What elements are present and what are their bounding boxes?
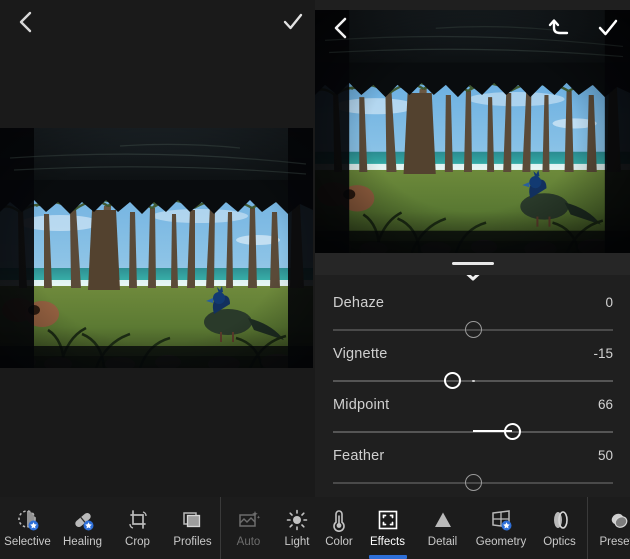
toolbar-label: Effects xyxy=(370,535,405,548)
toolbar-group-tools: Selective Healing Crop Profiles xyxy=(0,497,220,559)
toolbar-item-healing[interactable]: Healing xyxy=(55,497,110,559)
color-icon xyxy=(327,508,351,532)
toolbar-item-light[interactable]: Light xyxy=(276,497,318,559)
left-editor-panel xyxy=(0,0,315,497)
slider-knob[interactable] xyxy=(443,372,461,389)
toolbar-label: Crop xyxy=(125,535,150,548)
slider-knob[interactable] xyxy=(464,321,482,338)
slider-knob[interactable] xyxy=(503,423,521,440)
toolbar-label: Auto xyxy=(236,535,261,548)
slider-label: Midpoint xyxy=(333,397,390,413)
toolbar-label: Profiles xyxy=(173,535,212,548)
toolbar-label: Detail xyxy=(427,535,458,548)
back-chevron-icon[interactable] xyxy=(323,12,357,44)
left-photo-preview[interactable] xyxy=(0,128,313,368)
slider-value: 0 xyxy=(605,295,613,310)
bottom-toolbar: Selective Healing Crop Profiles Auto Lig… xyxy=(0,497,630,559)
right-top-bar xyxy=(315,10,630,46)
toolbar-item-auto[interactable]: Auto xyxy=(221,497,276,559)
left-top-bar xyxy=(0,0,315,44)
toolbar-label: Healing xyxy=(63,535,102,548)
toolbar-item-selective[interactable]: Selective xyxy=(0,497,55,559)
slider-knob[interactable] xyxy=(464,474,482,491)
auto-icon xyxy=(237,508,261,532)
slider-center-tick xyxy=(471,379,475,382)
toolbar-label: Optics xyxy=(543,535,576,548)
done-check-icon[interactable] xyxy=(276,6,310,38)
toolbar-item-detail[interactable]: Detail xyxy=(415,497,470,559)
effects-slider-panel: Dehaze 0 Vignette -15 Midpoint 66 Feathe… xyxy=(315,275,630,497)
slider-value: -15 xyxy=(593,346,613,361)
toolbar-group-presets: Presets xyxy=(588,497,630,559)
slider-dehaze[interactable]: Dehaze 0 xyxy=(333,295,613,343)
toolbar-item-profiles[interactable]: Profiles xyxy=(165,497,220,559)
effects-icon xyxy=(376,508,400,532)
toolbar-item-geometry[interactable]: Geometry xyxy=(470,497,532,559)
right-editor-panel: Dehaze 0 Vignette -15 Midpoint 66 Feathe… xyxy=(315,0,630,497)
slider-track-area[interactable] xyxy=(333,419,613,445)
slider-label: Vignette xyxy=(333,346,388,362)
light-icon xyxy=(285,508,309,532)
slider-track-area[interactable] xyxy=(333,317,613,343)
toolbar-item-color[interactable]: Color xyxy=(318,497,360,559)
back-chevron-icon[interactable] xyxy=(8,6,42,38)
chevron-down-icon[interactable] xyxy=(456,275,490,291)
slider-label: Feather xyxy=(333,448,385,464)
toolbar-item-crop[interactable]: Crop xyxy=(110,497,165,559)
toolbar-label: Geometry xyxy=(475,535,527,548)
active-tab-indicator xyxy=(368,555,407,559)
toolbar-label: Color xyxy=(325,535,353,548)
detail-icon xyxy=(431,508,455,532)
done-check-icon[interactable] xyxy=(591,12,625,44)
collapse-chevron-row[interactable] xyxy=(315,275,630,297)
toolbar-label: Light xyxy=(284,535,310,548)
toolbar-item-effects[interactable]: Effects xyxy=(360,497,415,559)
crop-icon xyxy=(126,508,150,532)
healing-icon xyxy=(71,508,95,532)
photo-editor-screen: Dehaze 0 Vignette -15 Midpoint 66 Feathe… xyxy=(0,0,630,559)
optics-icon xyxy=(548,508,572,532)
slider-track-area[interactable] xyxy=(333,470,613,496)
presets-icon xyxy=(607,508,630,532)
profiles-icon xyxy=(181,508,205,532)
slider-value: 50 xyxy=(597,448,613,463)
slider-track-area[interactable] xyxy=(333,368,613,394)
toolbar-label: Presets xyxy=(599,535,630,548)
slider-value: 66 xyxy=(597,397,613,412)
toolbar-group-edit: Auto Light Color Effects Detail Geometry… xyxy=(221,497,587,559)
slider-vignette[interactable]: Vignette -15 xyxy=(333,346,613,394)
panel-drag-area[interactable] xyxy=(315,253,630,275)
drag-handle[interactable] xyxy=(451,262,494,265)
selective-icon xyxy=(16,508,40,532)
slider-midpoint[interactable]: Midpoint 66 xyxy=(333,397,613,445)
slider-label: Dehaze xyxy=(333,295,385,311)
slider-feather[interactable]: Feather 50 xyxy=(333,448,613,496)
right-photo-preview[interactable] xyxy=(315,10,630,253)
toolbar-label: Selective xyxy=(4,535,51,548)
toolbar-item-optics[interactable]: Optics xyxy=(532,497,587,559)
undo-arrow-icon[interactable] xyxy=(543,12,577,44)
geometry-icon xyxy=(489,508,513,532)
toolbar-item-presets[interactable]: Presets xyxy=(588,497,630,559)
